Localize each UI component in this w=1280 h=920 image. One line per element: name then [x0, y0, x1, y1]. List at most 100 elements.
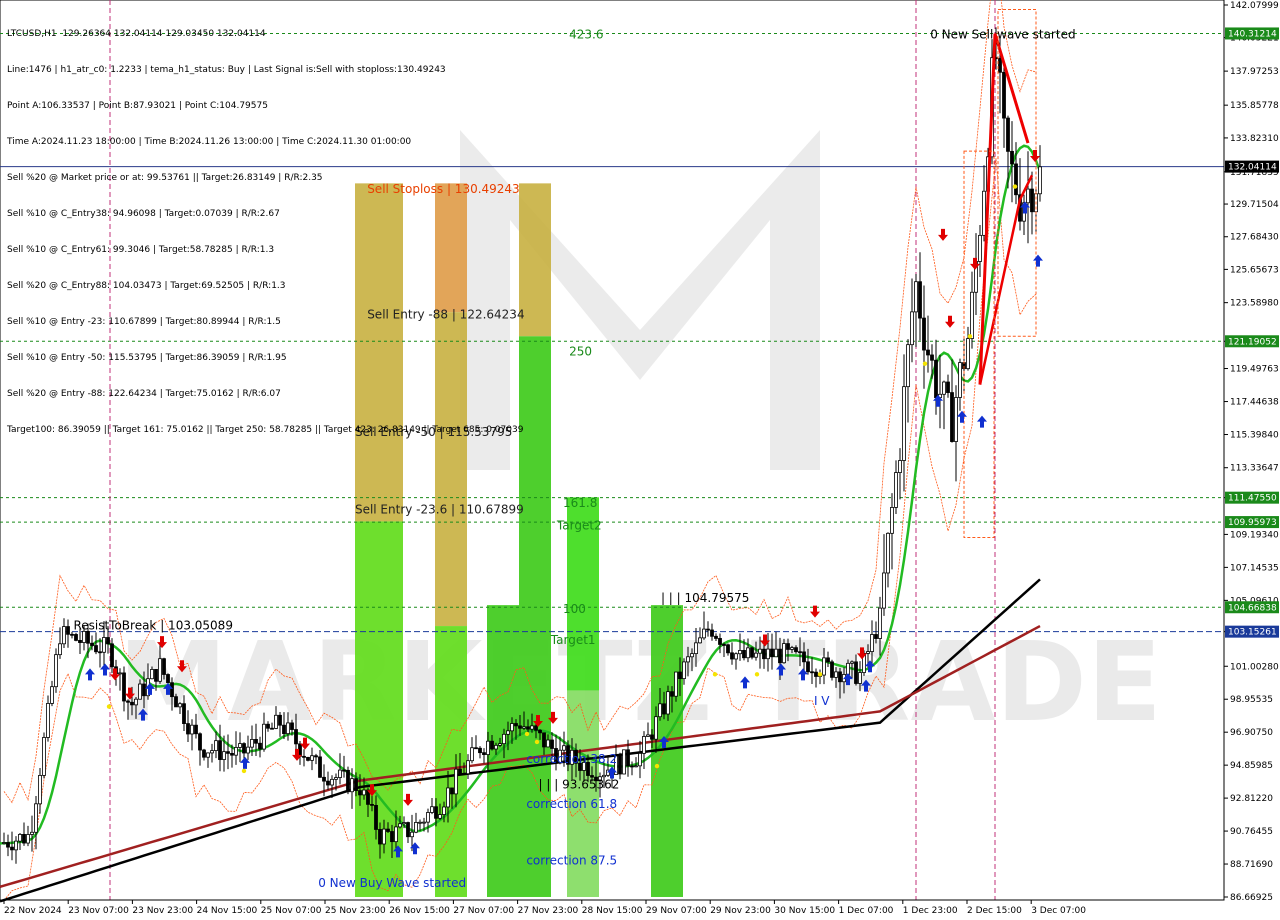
- candle-body: [90, 642, 94, 646]
- candle-body: [10, 846, 14, 851]
- candle-body: [338, 769, 342, 778]
- candle-body: [678, 671, 682, 680]
- candle-body: [742, 650, 746, 659]
- candle-body: [294, 729, 298, 745]
- info-line: Sell %10 @ Entry -50: 115.53795 | Target…: [7, 353, 287, 363]
- candle-body: [330, 778, 334, 786]
- candle-body: [602, 774, 606, 778]
- candle-body: [318, 756, 322, 778]
- candle-body: [306, 756, 310, 761]
- candle-body: [530, 725, 534, 730]
- candle-body: [902, 386, 906, 461]
- candle-body: [634, 765, 638, 768]
- x-tick-label: 30 Nov 15:00: [774, 906, 835, 916]
- candle-body: [246, 746, 250, 754]
- y-tick-label: 142.07999: [1230, 1, 1279, 11]
- candle-body: [758, 648, 762, 654]
- candle-body: [258, 742, 262, 750]
- candle-body: [518, 725, 522, 729]
- candle-body: [910, 311, 914, 346]
- candle-body: [798, 651, 802, 654]
- annotation-label: 250: [569, 345, 592, 359]
- candle-body: [138, 683, 142, 700]
- candle-body: [46, 703, 50, 738]
- candle-body: [322, 776, 326, 782]
- candle-body: [1030, 188, 1034, 213]
- candle-body: [42, 737, 46, 776]
- y-tick-label: 96.90750: [1230, 728, 1273, 738]
- signal-dot: [967, 334, 973, 339]
- candle-body: [890, 507, 894, 534]
- candle-body: [230, 752, 234, 756]
- annotation-label: Sell Entry -23.6 | 110.67899: [355, 502, 524, 516]
- candle-body: [206, 752, 210, 758]
- candle-body: [626, 749, 630, 767]
- candle-body: [726, 644, 730, 654]
- candle-body: [1014, 163, 1018, 196]
- candle-body: [658, 703, 662, 718]
- candle-body: [166, 674, 170, 684]
- candle-body: [150, 669, 154, 680]
- candle-body: [334, 777, 338, 780]
- candle-body: [406, 822, 410, 838]
- y-tick-label: 117.44638: [1230, 398, 1279, 408]
- candle-body: [838, 671, 842, 683]
- candle-body: [54, 654, 58, 688]
- y-tick-label: 115.39840: [1230, 431, 1279, 441]
- candle-body: [710, 629, 714, 637]
- candle-body: [274, 714, 278, 729]
- info-line: Sell %10 @ Entry -23: 110.67899 | Target…: [7, 317, 281, 327]
- annotation-label: ResistToBreak | 103.05089: [73, 618, 233, 632]
- candle-body: [494, 744, 498, 750]
- candle-body: [834, 671, 838, 678]
- signal-dot: [754, 672, 760, 677]
- annotation-label: 161.8: [563, 496, 597, 510]
- candle-body: [394, 826, 398, 843]
- candle-body: [70, 633, 74, 636]
- x-axis: 22 Nov 2024 23 Nov 07:00 23 Nov 23:00 24 No…: [0, 899, 1224, 916]
- candle-body: [426, 812, 430, 823]
- candle-body: [434, 806, 438, 819]
- candle-body: [562, 745, 566, 751]
- candle-body: [38, 775, 42, 805]
- y-tick-label: 107.14535: [1230, 563, 1279, 573]
- candle-body: [6, 842, 10, 848]
- candle-body: [250, 739, 254, 748]
- signal-dot: [712, 672, 718, 677]
- y-tick-label: 86.66925: [1230, 893, 1273, 903]
- y-tick-label: 101.00280: [1230, 662, 1279, 672]
- candle-body: [134, 698, 138, 706]
- candle-body: [118, 672, 122, 675]
- candle-body: [682, 661, 686, 680]
- y-tick-label: 113.33647: [1230, 464, 1279, 474]
- candle-body: [770, 648, 774, 658]
- annotation-label: 0 New Buy Wave started: [318, 876, 466, 890]
- info-line: LTCUSD,H1 129.26364 132.04114 129.03450 …: [7, 29, 266, 39]
- y-tick-label: 98.95535: [1230, 695, 1273, 705]
- candle-body: [198, 733, 202, 751]
- candle-body: [774, 648, 778, 658]
- candle-body: [810, 671, 814, 674]
- x-tick-label: 2 Dec 15:00: [967, 906, 1022, 916]
- candle-body: [26, 834, 30, 844]
- candle-body: [446, 787, 450, 808]
- y-tick-label: 109.19340: [1230, 530, 1279, 540]
- x-tick-label: 1 Dec 07:00: [839, 906, 894, 916]
- info-panel: LTCUSD,H1 129.26364 132.04114 129.03450 …: [7, 4, 523, 460]
- candle-body: [970, 291, 974, 339]
- annotation-label: 0 New Sell wave started: [930, 27, 1075, 41]
- candle-body: [30, 831, 34, 835]
- candle-body: [534, 725, 538, 731]
- candle-body: [670, 691, 674, 697]
- info-line: Time A:2024.11.23 18:00:00 | Time B:2024…: [7, 137, 412, 147]
- candle-body: [914, 281, 918, 313]
- candle-body: [966, 338, 970, 370]
- candle-body: [346, 769, 350, 793]
- x-tick-label: 24 Nov 15:00: [197, 906, 258, 916]
- candle-body: [462, 772, 466, 775]
- candle-body: [474, 747, 478, 750]
- candle-body: [706, 628, 710, 631]
- candle-body: [498, 743, 502, 746]
- annotation-label: | | | 93.65362: [539, 778, 620, 792]
- candle-body: [102, 637, 106, 653]
